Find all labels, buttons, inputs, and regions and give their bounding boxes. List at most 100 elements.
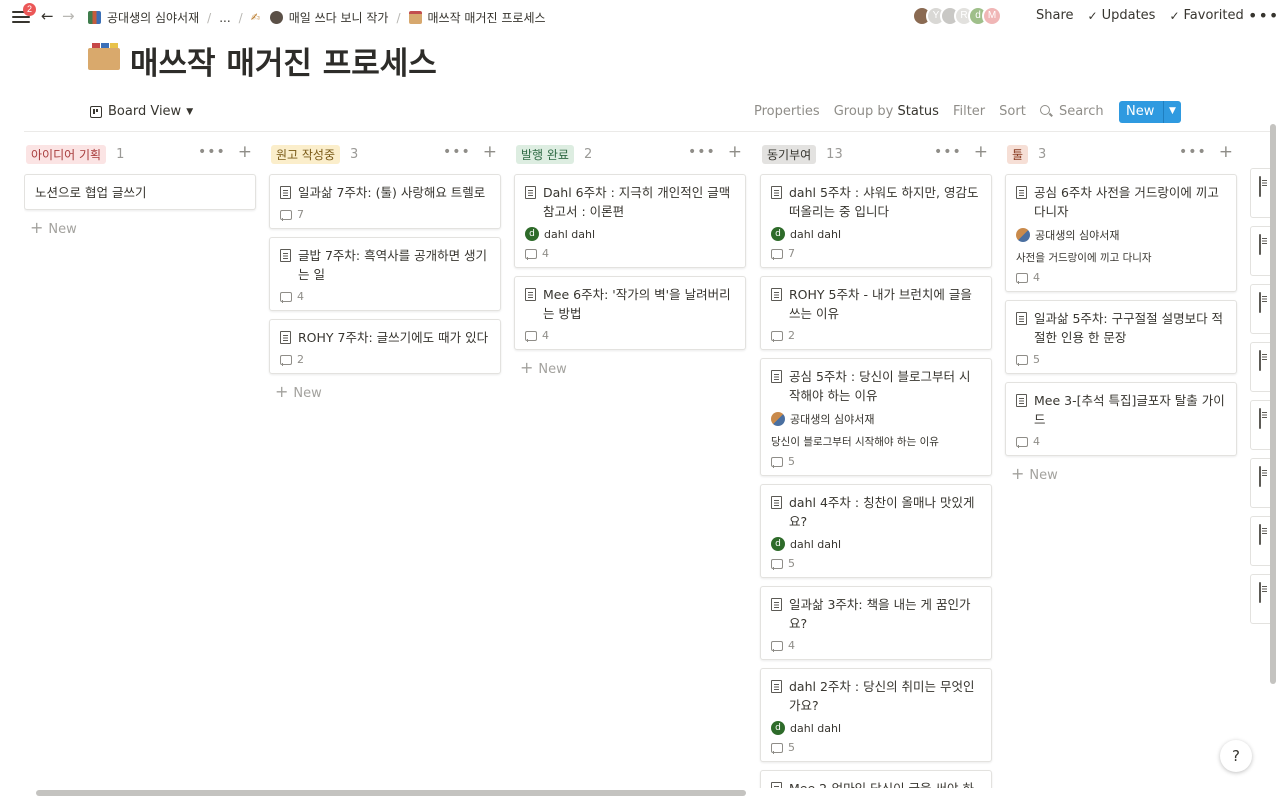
board-card[interactable]: 공심 6주차 사전을 거드랑이에 끼고 다니자 공대생의 심야서재 사전을 거드랑이…	[1005, 174, 1237, 292]
comment-icon	[771, 248, 783, 260]
status-tag[interactable]: 툴	[1007, 144, 1029, 164]
avatar	[771, 412, 785, 426]
comment-count-text: 4	[1033, 435, 1040, 448]
page-icon	[1259, 466, 1261, 487]
add-new-card-button[interactable]: + New	[1011, 464, 1237, 483]
comment-icon	[280, 209, 292, 221]
more-options-icon[interactable]: •••	[934, 144, 962, 160]
board-card[interactable]: Mee 2-엄마인 당신이 글을 써야 하는	[760, 770, 992, 788]
breadcrumb-item-workspace[interactable]: 공대생의 심야서재	[88, 9, 199, 26]
forward-arrow-icon[interactable]: →	[62, 7, 75, 25]
board-card[interactable]: Mee 3-[추석 특집]글포자 탈출 가이드 4	[1005, 382, 1237, 456]
breadcrumb-item-current[interactable]: 매쓰작 매거진 프로세스	[408, 9, 546, 26]
column-header: 발행 완료 2 ••• +	[514, 140, 746, 168]
page-box-icon[interactable]	[88, 40, 120, 70]
page-title[interactable]: 매쓰작 매거진 프로세스	[130, 38, 437, 83]
status-tag[interactable]: 원고 작성중	[271, 144, 341, 164]
add-card-icon[interactable]: +	[728, 144, 742, 161]
author-name: dahl dahl	[790, 537, 841, 551]
vertical-scrollbar[interactable]	[1270, 124, 1276, 684]
board-card[interactable]: ROHY 5주차 - 내가 브런치에 글을 쓰는 이유 2	[760, 276, 992, 350]
board-card[interactable]: 일과삶 3주차: 책을 내는 게 꿈인가요? 4	[760, 586, 992, 660]
breadcrumb-item-parent[interactable]: ✍ 매일 쓰다 보니 작가	[251, 9, 388, 26]
comment-icon	[771, 456, 783, 468]
check-icon: ✓	[1087, 8, 1098, 23]
board-card[interactable]: 노션으로 협업 글쓰기	[24, 174, 256, 210]
board-card[interactable]: 글밥 7주차: 흑역사를 공개하면 생기는 일 4	[269, 237, 501, 311]
add-new-card-button[interactable]: + New	[520, 358, 746, 377]
board-card[interactable]: 일과삶 5주차: 구구절절 설명보다 적절한 인용 한 문장 5	[1005, 300, 1237, 374]
breadcrumb-separator: /	[238, 10, 243, 25]
board-card[interactable]: Dahl 6주차 : 지극히 개인적인 글맥 참고서 : 이론편 d dahl da…	[514, 174, 746, 268]
favorited-button[interactable]: ✓ Favorited	[1169, 8, 1243, 23]
more-options-icon[interactable]: •••	[198, 144, 226, 160]
status-tag[interactable]: 아이디어 기획	[26, 144, 107, 164]
card-partial[interactable]	[1250, 342, 1270, 392]
status-tag[interactable]: 발행 완료	[516, 144, 574, 164]
back-arrow-icon[interactable]: ←	[41, 7, 54, 25]
board-card[interactable]: dahl 4주차 : 칭찬이 올매나 맛있게요? d dahl dahl 5	[760, 484, 992, 578]
card-title: 일과삶 7주차: (툴) 사랑해요 트렐로	[280, 183, 491, 202]
comment-icon	[280, 354, 292, 366]
breadcrumb-separator: /	[396, 10, 401, 25]
search-button[interactable]: Search	[1039, 104, 1104, 119]
card-partial[interactable]	[1250, 284, 1270, 334]
updates-button[interactable]: ✓ Updates	[1088, 8, 1156, 23]
card-partial[interactable]	[1250, 226, 1270, 276]
page-icon	[1016, 312, 1027, 325]
card-title: 공심 5주차 : 당신이 블로그부터 시작해야 하는 이유	[771, 367, 982, 405]
board-card[interactable]: dahl 2주차 : 당신의 취미는 무엇인가요? d dahl dahl 5	[760, 668, 992, 762]
card-title: Dahl 6주차 : 지극히 개인적인 글맥 참고서 : 이론편	[525, 183, 736, 221]
add-new-card-button[interactable]: + New	[30, 218, 256, 237]
more-options-icon[interactable]: •••	[1179, 144, 1207, 160]
share-button[interactable]: Share	[1036, 8, 1074, 23]
board-card[interactable]: ROHY 7주차: 글쓰기에도 때가 있다 2	[269, 319, 501, 374]
card-title: ROHY 5주차 - 내가 브런치에 글을 쓰는 이유	[771, 285, 982, 323]
add-card-icon[interactable]: +	[974, 144, 988, 161]
add-card-icon[interactable]: +	[483, 144, 497, 161]
page-icon	[525, 186, 536, 199]
status-tag[interactable]: 동기부여	[762, 144, 817, 164]
group-by-button[interactable]: Group by Status	[834, 104, 939, 119]
more-options-icon[interactable]: •••	[443, 144, 471, 160]
comment-count-text: 4	[788, 639, 795, 652]
comment-icon	[771, 558, 783, 570]
breadcrumb-item-ellipsis[interactable]: ...	[219, 11, 230, 25]
filter-button[interactable]: Filter	[953, 104, 985, 119]
avatar[interactable]: M	[982, 6, 1002, 26]
card-list: Dahl 6주차 : 지극히 개인적인 글맥 참고서 : 이론편 d dahl da…	[514, 174, 746, 350]
comment-icon	[1016, 272, 1028, 284]
board-card[interactable]: Mee 6주차: '작가의 벽'을 날려버리는 방법 4	[514, 276, 746, 350]
card-title: Mee 2-엄마인 당신이 글을 써야 하는	[771, 779, 982, 788]
more-options-icon[interactable]: •••	[688, 144, 716, 160]
presence-avatars[interactable]: YRdM	[912, 6, 1002, 26]
card-title: 글밥 7주차: 흑역사를 공개하면 생기는 일	[280, 246, 491, 284]
board-column: 동기부여 13 ••• + dahl 5주차 : 샤워도 하지만, 영감도 떠올리는 중…	[760, 140, 992, 788]
comment-icon	[771, 330, 783, 342]
board-card[interactable]: 공심 5주차 : 당신이 블로그부터 시작해야 하는 이유 공대생의 심야서재 당신…	[760, 358, 992, 476]
sort-button[interactable]: Sort	[999, 104, 1026, 119]
comment-count: 4	[280, 290, 491, 303]
card-partial[interactable]	[1250, 516, 1270, 566]
card-partial[interactable]	[1250, 458, 1270, 508]
horizontal-scrollbar[interactable]	[36, 790, 746, 796]
card-partial[interactable]	[1250, 400, 1270, 450]
board-card[interactable]: 일과삶 7주차: (툴) 사랑해요 트렐로 7	[269, 174, 501, 229]
add-new-card-button[interactable]: + New	[275, 382, 501, 401]
board-column: 툴 3 ••• + 공심 6주차 사전을 거드랑이에 끼고 다니자 공대생의 심야서재 사전…	[1005, 140, 1237, 483]
add-card-icon[interactable]: +	[1219, 144, 1233, 161]
view-switcher[interactable]: Board View ▼	[90, 104, 193, 119]
more-options-icon[interactable]: •••	[1248, 6, 1279, 25]
add-card-icon[interactable]: +	[238, 144, 252, 161]
help-button[interactable]: ?	[1220, 740, 1252, 772]
card-partial[interactable]	[1250, 574, 1270, 624]
page-icon	[1259, 234, 1261, 255]
properties-button[interactable]: Properties	[754, 104, 820, 119]
chevron-down-icon[interactable]: ▼	[1163, 101, 1181, 123]
comment-count: 7	[280, 208, 491, 221]
card-partial[interactable]	[1250, 168, 1270, 218]
board-card[interactable]: dahl 5주차 : 샤워도 하지만, 영감도 떠올리는 중 입니다 d dahl …	[760, 174, 992, 268]
page-icon	[525, 288, 536, 301]
avatar: d	[771, 537, 785, 551]
new-record-button[interactable]: New ▼	[1119, 101, 1181, 123]
